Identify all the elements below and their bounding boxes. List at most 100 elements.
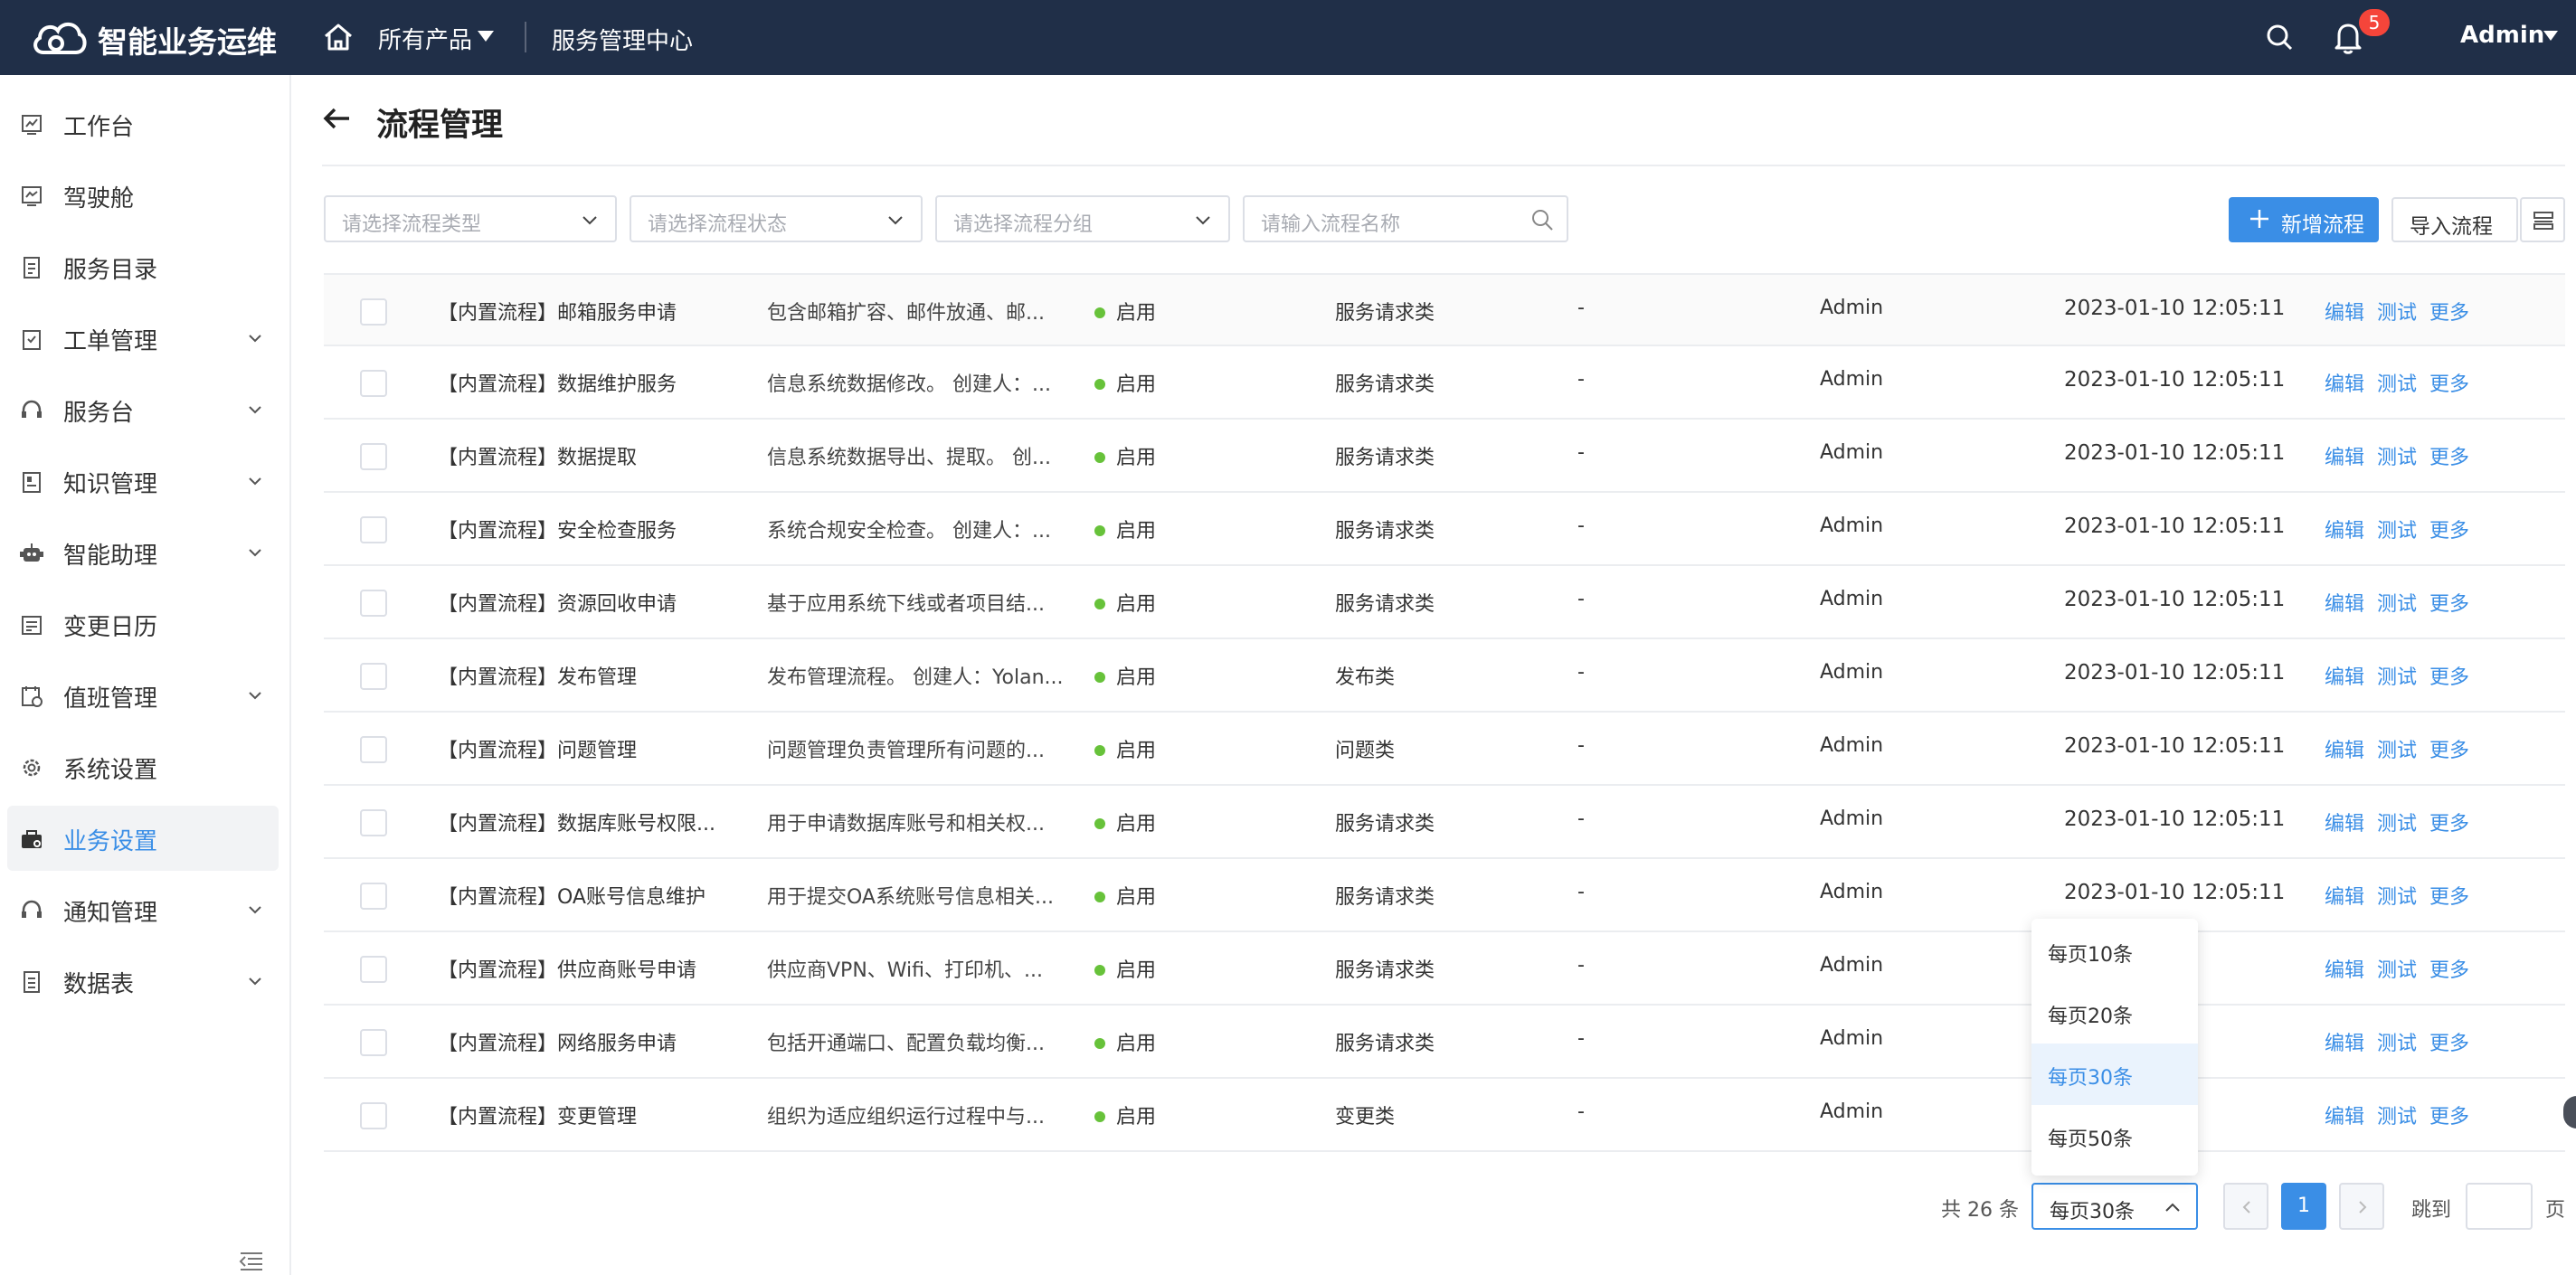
edit-link[interactable]: 编辑 (2325, 661, 2364, 690)
edit-link[interactable]: 编辑 (2325, 1100, 2364, 1129)
all-products-menu[interactable]: 所有产品 (378, 22, 472, 55)
row-checkbox[interactable] (360, 956, 387, 983)
floating-assistant-icon[interactable] (2563, 1096, 2576, 1129)
option-label: 每页10条 (2048, 944, 2133, 967)
sidebar-item-system-settings[interactable]: 系统设置 (7, 734, 279, 799)
more-link[interactable]: 更多 (2429, 297, 2469, 326)
sidebar-item-notifications[interactable]: 通知管理 (7, 877, 279, 942)
process-type-select[interactable]: 请选择流程类型 (324, 195, 617, 242)
caret-down-icon[interactable] (2543, 31, 2558, 41)
chevron-down-icon (249, 335, 261, 343)
column-settings-button[interactable] (2520, 197, 2565, 242)
sidebar-item-knowledge[interactable]: 知识管理 (7, 449, 279, 514)
caret-down-icon[interactable] (478, 31, 494, 42)
row-checkbox[interactable] (360, 370, 387, 397)
row-checkbox[interactable] (360, 590, 387, 617)
back-arrow-icon[interactable] (322, 105, 353, 132)
row-checkbox[interactable] (360, 443, 387, 470)
test-link[interactable]: 测试 (2377, 441, 2417, 470)
edit-link[interactable]: 编辑 (2325, 588, 2364, 617)
more-link[interactable]: 更多 (2429, 1027, 2469, 1056)
sidebar-item-data-tables[interactable]: 数据表 (7, 949, 279, 1014)
more-link[interactable]: 更多 (2429, 515, 2469, 543)
test-link[interactable]: 测试 (2377, 954, 2417, 983)
sidebar-item-label: 工作台 (63, 114, 135, 141)
catalog-icon (24, 257, 40, 279)
sidebar-item-catalog[interactable]: 服务目录 (7, 234, 279, 299)
more-link[interactable]: 更多 (2429, 588, 2469, 617)
divider (322, 165, 2565, 166)
test-link[interactable]: 测试 (2377, 808, 2417, 836)
test-link[interactable]: 测试 (2377, 515, 2417, 543)
sidebar-item-business-settings[interactable]: 业务设置 (7, 806, 279, 871)
sidebar-item-assistant[interactable]: 智能助理 (7, 520, 279, 585)
sidebar-item-duty[interactable]: 值班管理 (7, 663, 279, 728)
edit-link[interactable]: 编辑 (2325, 1027, 2364, 1056)
more-link[interactable]: 更多 (2429, 368, 2469, 397)
edit-link[interactable]: 编辑 (2325, 368, 2364, 397)
sidebar-item-workbench[interactable]: 工作台 (7, 91, 279, 156)
test-link[interactable]: 测试 (2377, 588, 2417, 617)
search-icon[interactable] (2265, 23, 2294, 52)
edit-link[interactable]: 编辑 (2325, 515, 2364, 543)
row-checkbox[interactable] (360, 809, 387, 836)
test-link[interactable]: 测试 (2377, 368, 2417, 397)
edit-link[interactable]: 编辑 (2325, 954, 2364, 983)
table-row: 【内置流程】邮箱服务申请 包含邮箱扩容、邮件放通、邮... 启用 服务请求类 - Admi… (324, 273, 2565, 346)
test-link[interactable]: 测试 (2377, 1027, 2417, 1056)
page-size-option-selected[interactable]: 每页30条 (2031, 1044, 2198, 1105)
page-number-current[interactable]: 1 (2281, 1183, 2326, 1230)
table-row: 【内置流程】资源回收申请 基于应用系统下线或者项目结... 启用 服务请求类 - Admi… (324, 566, 2565, 639)
more-link[interactable]: 更多 (2429, 808, 2469, 836)
row-checkbox[interactable] (360, 663, 387, 690)
sidebar-item-change-calendar[interactable]: 变更日历 (7, 591, 279, 656)
sidebar-item-tickets[interactable]: 工单管理 (7, 306, 279, 371)
edit-link[interactable]: 编辑 (2325, 297, 2364, 326)
test-link[interactable]: 测试 (2377, 661, 2417, 690)
row-checkbox[interactable] (360, 736, 387, 763)
more-link[interactable]: 更多 (2429, 1100, 2469, 1129)
jump-to-label: 跳到 (2411, 1199, 2452, 1222)
page-size-option[interactable]: 每页20条 (2031, 982, 2198, 1044)
user-menu[interactable]: Admin (2460, 22, 2544, 49)
home-icon[interactable] (322, 22, 355, 52)
process-name: 【内置流程】OA账号信息维护 (438, 886, 706, 909)
jump-to-page-input[interactable] (2466, 1183, 2533, 1230)
import-process-button[interactable]: 导入流程 (2391, 197, 2518, 242)
edit-link[interactable]: 编辑 (2325, 881, 2364, 910)
row-checkbox[interactable] (360, 298, 387, 326)
edit-link[interactable]: 编辑 (2325, 808, 2364, 836)
next-page-button[interactable] (2339, 1183, 2384, 1230)
row-checkbox[interactable] (360, 1029, 387, 1056)
edit-link[interactable]: 编辑 (2325, 734, 2364, 763)
status-dot-icon (1094, 379, 1105, 390)
sidebar-item-service-desk[interactable]: 服务台 (7, 377, 279, 442)
page-size-select[interactable]: 每页30条 (2031, 1183, 2198, 1230)
edit-link[interactable]: 编辑 (2325, 441, 2364, 470)
row-checkbox[interactable] (360, 516, 387, 543)
process-name-search-input[interactable]: 请输入流程名称 (1243, 195, 1568, 242)
more-link[interactable]: 更多 (2429, 661, 2469, 690)
process-status-select[interactable]: 请选择流程状态 (630, 195, 923, 242)
table-row: 【内置流程】问题管理 问题管理负责管理所有问题的... 启用 问题类 - Admin 202… (324, 713, 2565, 786)
row-checkbox[interactable] (360, 883, 387, 910)
add-process-button[interactable]: 新增流程 (2229, 197, 2379, 242)
test-link[interactable]: 测试 (2377, 1100, 2417, 1129)
page-size-option[interactable]: 每页10条 (2031, 921, 2198, 982)
more-link[interactable]: 更多 (2429, 734, 2469, 763)
sidebar-item-cockpit[interactable]: 驾驶舱 (7, 163, 279, 228)
more-link[interactable]: 更多 (2429, 881, 2469, 910)
more-link[interactable]: 更多 (2429, 441, 2469, 470)
row-checkbox[interactable] (360, 1102, 387, 1129)
process-group-select[interactable]: 请选择流程分组 (935, 195, 1230, 242)
collapse-sidebar-icon[interactable] (237, 1248, 266, 1273)
test-link[interactable]: 测试 (2377, 881, 2417, 910)
prev-page-button[interactable] (2223, 1183, 2268, 1230)
page-size-option[interactable]: 每页50条 (2031, 1105, 2198, 1166)
test-link[interactable]: 测试 (2377, 734, 2417, 763)
test-link[interactable]: 测试 (2377, 297, 2417, 326)
search-icon[interactable] (1530, 208, 1554, 231)
page-title: 流程管理 (376, 108, 504, 144)
sidebar-item-label: 知识管理 (63, 471, 158, 498)
more-link[interactable]: 更多 (2429, 954, 2469, 983)
